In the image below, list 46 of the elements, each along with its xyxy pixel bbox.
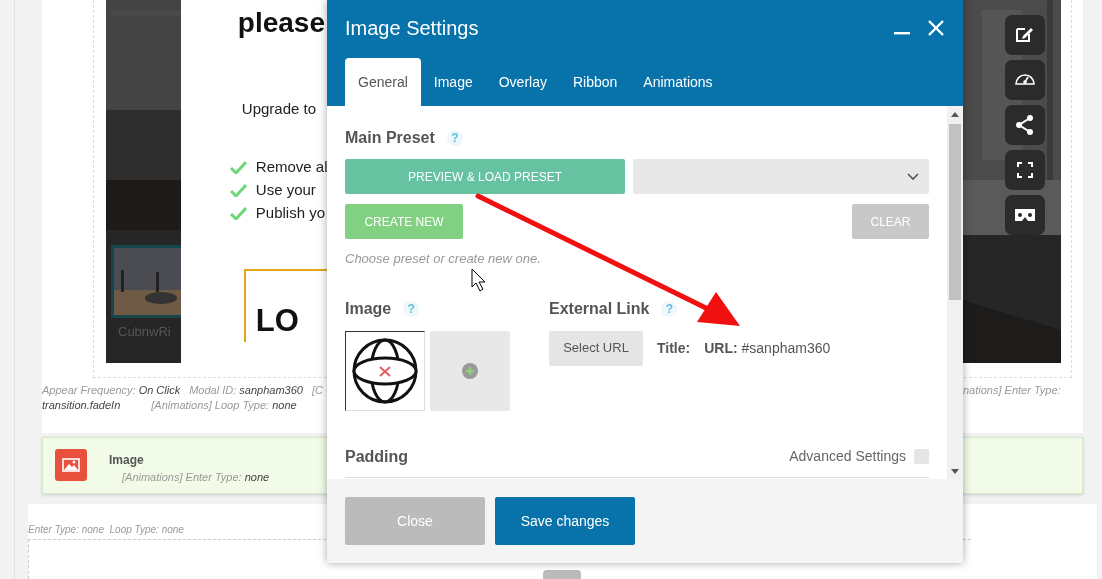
- feature-text: Use your: [255, 179, 316, 200]
- chevron-down-icon: [907, 172, 919, 181]
- meta-text: [C: [311, 383, 323, 397]
- element-title: Image: [109, 452, 145, 469]
- gauge-button[interactable]: [1005, 60, 1046, 100]
- popup-subheading: Upgrade to: [241, 99, 317, 119]
- tab[interactable]: Overlay: [485, 58, 560, 106]
- advanced-settings-checkbox[interactable]: [914, 449, 929, 464]
- tab[interactable]: Animations: [630, 58, 726, 106]
- check-icon: [229, 160, 247, 174]
- meta-text: nations] Enter Type:: [963, 383, 1061, 397]
- feature-text: Publish yo: [255, 202, 326, 223]
- tab[interactable]: General: [345, 58, 421, 106]
- scrollbar[interactable]: [947, 106, 963, 479]
- save-button[interactable]: Save changes: [495, 497, 635, 545]
- meta-text: [Animations] Loop Type: none: [151, 398, 297, 413]
- title-label: Title:: [657, 338, 691, 358]
- meta-text: Modal ID: sanpham360: [189, 383, 303, 397]
- close-icon[interactable]: [927, 19, 945, 37]
- section-title: Main Preset: [345, 128, 435, 148]
- hint-text: Choose preset or create new one.: [345, 250, 542, 268]
- section-title: External Link: [549, 298, 650, 319]
- feature-text: Remove al: [255, 156, 328, 177]
- meta-text: [Animations] Enter Type: none: [122, 470, 270, 485]
- tab[interactable]: Image: [420, 58, 486, 106]
- section-title: Padding: [345, 446, 409, 467]
- meta-text: transition.fadeIn: [42, 398, 121, 413]
- checkbox-label: Advanced Settings: [789, 447, 906, 466]
- popup-heading: please: [237, 6, 325, 40]
- tab[interactable]: Ribbon: [559, 58, 631, 106]
- logo-text: LO: [255, 302, 299, 338]
- image-element-icon: [55, 449, 87, 481]
- cursor-icon: [471, 268, 486, 292]
- section-title: Image: [345, 298, 392, 319]
- share-button[interactable]: [1005, 105, 1046, 145]
- edit-button[interactable]: [1005, 15, 1046, 55]
- plus-icon: [462, 362, 478, 379]
- fullscreen-button[interactable]: [1005, 150, 1046, 190]
- check-icon: [229, 183, 247, 197]
- check-icon: [229, 206, 247, 220]
- meta-text: Appear Frequency: On Click: [42, 383, 181, 397]
- dialog-title: Image Settings: [345, 16, 479, 41]
- select-url-button[interactable]: Select URL: [549, 330, 643, 366]
- drag-handle[interactable]: [543, 570, 581, 579]
- vr-headset-button[interactable]: [1005, 195, 1046, 235]
- url-text: URL: #sanpham360: [704, 338, 831, 358]
